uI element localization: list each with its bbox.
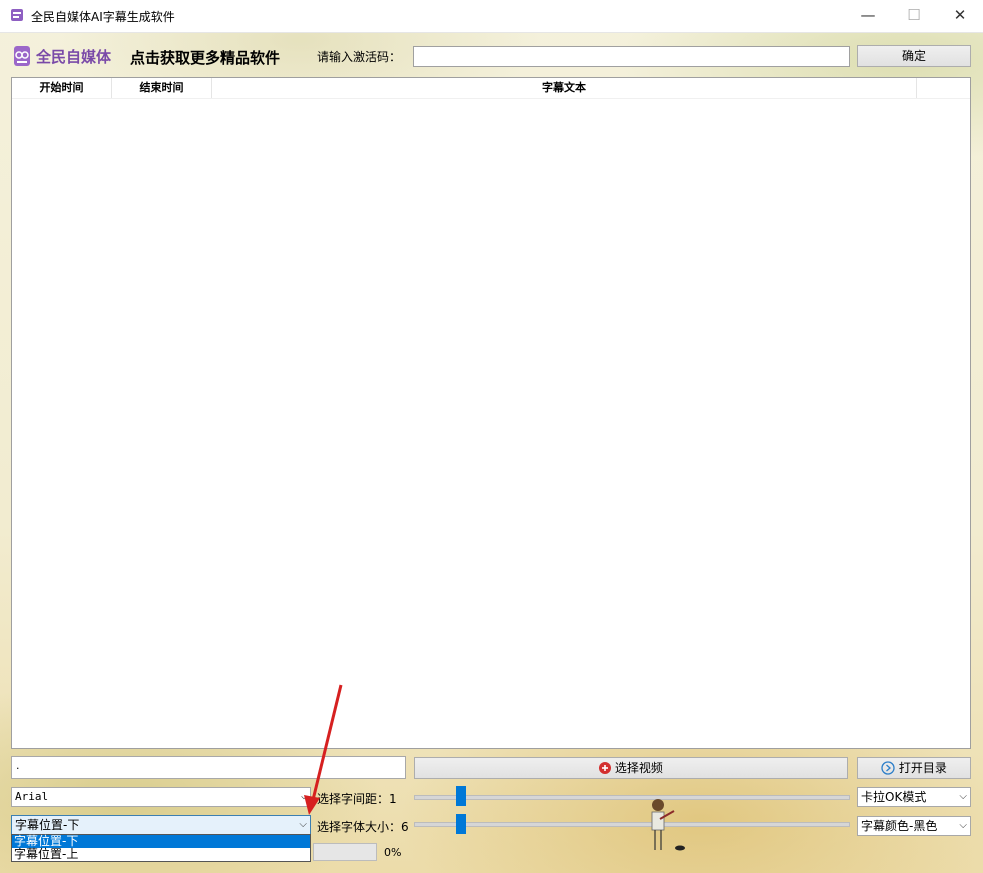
annotation-arrow-icon (0, 0, 983, 873)
